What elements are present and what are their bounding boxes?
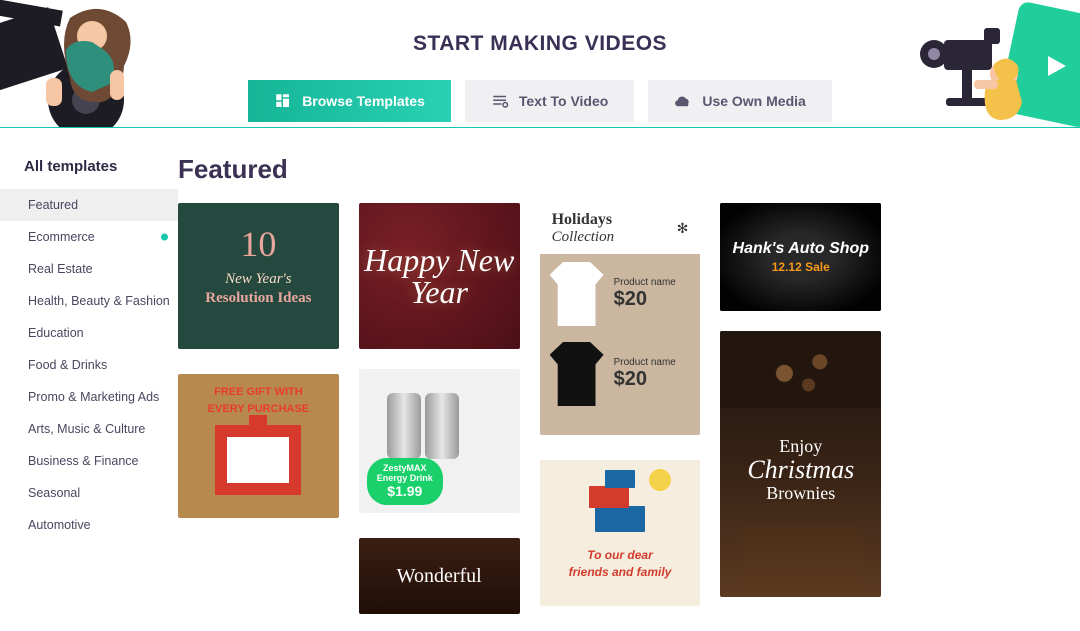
text-lines-icon	[491, 92, 509, 110]
tab-own-label: Use Own Media	[702, 93, 805, 109]
tab-browse-templates[interactable]: Browse Templates	[248, 80, 451, 122]
resolutions-line2: Resolution Ideas	[178, 290, 339, 307]
template-card-wonderful[interactable]: Wonderful	[359, 538, 520, 614]
product-thumb	[550, 342, 604, 406]
resolutions-line1: New Year's	[178, 271, 339, 288]
autoshop-name: Hank's Auto Shop	[733, 240, 870, 258]
gift-boxes-illustration	[580, 472, 660, 532]
gift-line1: FREE GIFT WITH	[214, 386, 303, 398]
indicator-dot	[161, 234, 168, 241]
template-card-happy-new-year[interactable]: Happy New Year	[359, 203, 520, 349]
hero-illustration-right	[890, 0, 1080, 128]
cloud-upload-icon	[674, 92, 692, 110]
cans-illustration	[387, 393, 459, 459]
brownies-l2: Christmas	[747, 457, 854, 483]
dear-line1: To our dear	[587, 548, 653, 562]
template-card-auto-shop[interactable]: Hank's Auto Shop 12.12 Sale	[720, 203, 881, 311]
product-price: $20	[614, 368, 676, 391]
wonderful-text: Wonderful	[397, 565, 482, 588]
template-card-energy-drink[interactable]: ZestyMAX Energy Drink $1.99	[359, 369, 520, 513]
brownies-l3: Brownies	[766, 483, 835, 503]
brownies-l1: Enjoy	[779, 436, 822, 456]
category-automotive[interactable]: Automotive	[0, 509, 178, 541]
autoshop-sale: 12.12 Sale	[772, 260, 830, 274]
tab-browse-label: Browse Templates	[302, 93, 425, 109]
category-featured[interactable]: Featured	[0, 189, 178, 221]
category-seasonal[interactable]: Seasonal	[0, 477, 178, 509]
holidays-title2: Collection	[552, 229, 615, 246]
category-promo-marketing[interactable]: Promo & Marketing Ads	[0, 381, 178, 413]
tab-text-label: Text To Video	[519, 93, 608, 109]
product-label: Product name	[614, 277, 676, 288]
product-price: $20	[614, 288, 676, 311]
brownie-crumb-illustration	[720, 331, 881, 408]
product-thumb	[550, 262, 604, 326]
hero-illustration-left	[0, 0, 170, 128]
template-card-dear-friends[interactable]: To our dear friends and family	[540, 460, 701, 606]
main: Featured 10 New Year's Resolution Ideas …	[178, 128, 1080, 631]
category-ecommerce[interactable]: Ecommerce	[0, 221, 178, 253]
product-label: Product name	[614, 357, 676, 368]
sidebar: All templates Featured Ecommerce Real Es…	[0, 128, 178, 631]
category-arts-music[interactable]: Arts, Music & Culture	[0, 413, 178, 445]
category-business-finance[interactable]: Business & Finance	[0, 445, 178, 477]
tab-use-own-media[interactable]: Use Own Media	[648, 80, 831, 122]
template-card-brownies[interactable]: Enjoy Christmas Brownies	[720, 331, 881, 597]
resolutions-number: 10	[178, 223, 339, 265]
newyear-text: Happy New Year	[359, 244, 520, 308]
template-card-resolutions[interactable]: 10 New Year's Resolution Ideas	[178, 203, 339, 349]
category-food-drinks[interactable]: Food & Drinks	[0, 349, 178, 381]
snowflake-icon: ✻	[677, 220, 689, 237]
brownie-pan-illustration	[741, 526, 861, 598]
gift-box-illustration	[215, 425, 301, 495]
template-grid: 10 New Year's Resolution Ideas FREE GIFT…	[178, 203, 1080, 631]
tab-text-to-video[interactable]: Text To Video	[465, 80, 634, 122]
section-title: Featured	[178, 154, 1080, 185]
category-education[interactable]: Education	[0, 317, 178, 349]
grid-icon	[274, 92, 292, 110]
dear-line2: friends and family	[569, 565, 672, 579]
category-real-estate[interactable]: Real Estate	[0, 253, 178, 285]
template-card-free-gift[interactable]: FREE GIFT WITH EVERY PURCHASE	[178, 374, 339, 518]
template-card-holidays-collection[interactable]: Holidays Collection ✻ Product name $20 P	[540, 203, 701, 435]
price-pill: ZestyMAX Energy Drink $1.99	[367, 458, 443, 505]
hero: START MAKING VIDEOS Browse Templates Tex…	[0, 0, 1080, 128]
holidays-title1: Holidays	[552, 211, 615, 229]
sidebar-title: All templates	[0, 158, 178, 189]
category-health-beauty[interactable]: Health, Beauty & Fashion	[0, 285, 178, 317]
gift-line2: EVERY PURCHASE	[208, 403, 309, 415]
